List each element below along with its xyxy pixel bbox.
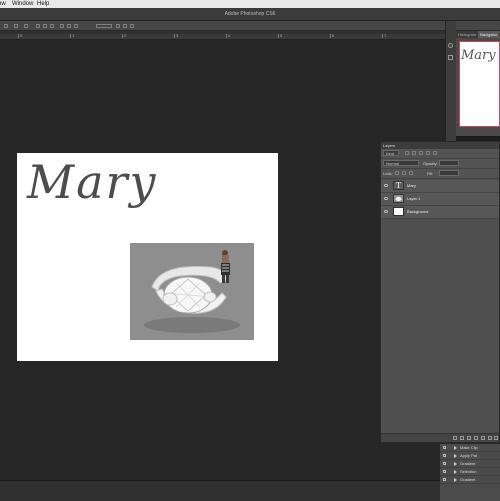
options-bar xyxy=(0,21,500,31)
lock-label: Lock: xyxy=(383,171,393,176)
expand-triangle-icon[interactable] xyxy=(454,454,457,458)
document-canvas[interactable]: Mary xyxy=(17,153,278,361)
layers-panel-title: Layers xyxy=(383,143,396,148)
auto-select-icon[interactable] xyxy=(24,24,28,28)
move-icon[interactable] xyxy=(14,24,18,28)
lock-position-icon[interactable] xyxy=(402,171,406,175)
distribute-icon[interactable] xyxy=(67,24,71,28)
action-item[interactable]: Gradient xyxy=(440,476,500,484)
layer-style-icon[interactable] xyxy=(460,436,464,440)
toggle-item-icon[interactable] xyxy=(443,462,446,465)
layer-thumbnail xyxy=(393,194,404,203)
distribute-icon[interactable] xyxy=(60,24,64,28)
new-layer-icon[interactable] xyxy=(488,436,492,440)
layer-mask-icon[interactable] xyxy=(467,436,471,440)
fill-field[interactable] xyxy=(439,170,459,176)
expand-triangle-icon[interactable] xyxy=(454,446,457,450)
expand-triangle-icon[interactable] xyxy=(454,470,457,474)
layers-panel-footer xyxy=(381,433,499,442)
layer-filter-select[interactable]: Kind xyxy=(383,150,399,156)
expand-triangle-icon[interactable] xyxy=(454,478,457,482)
actions-panel: Make Clip Apply Pat Gradient Selection G… xyxy=(440,443,500,501)
menu-bar: ow Window Help xyxy=(0,0,500,8)
layer-name[interactable]: Layer 1 xyxy=(407,193,420,205)
opacity-label: Opacity: xyxy=(423,161,438,166)
action-item[interactable]: Selection xyxy=(440,468,500,476)
window-title: Adobe Photoshop CS6 xyxy=(224,11,276,17)
3d-roll-icon[interactable] xyxy=(123,24,127,28)
tab-navigator[interactable]: Navigator xyxy=(478,31,500,38)
text-layer-mary[interactable]: Mary xyxy=(27,155,158,209)
status-bar xyxy=(0,480,445,501)
toggle-item-icon[interactable] xyxy=(443,454,446,457)
layer-row[interactable]: Background xyxy=(381,206,499,219)
visibility-eye-icon[interactable] xyxy=(384,184,388,187)
toggle-item-icon[interactable] xyxy=(443,478,446,481)
3d-rotate-icon[interactable] xyxy=(116,24,120,28)
align-icon[interactable] xyxy=(50,24,54,28)
blend-mode-select[interactable]: Normal xyxy=(383,160,419,166)
adjustment-filter-icon[interactable] xyxy=(412,151,416,155)
layer-row[interactable]: Layer 1 xyxy=(381,193,499,206)
menu-item-window[interactable]: Window xyxy=(12,0,33,8)
app-title-bar: Adobe Photoshop CS6 xyxy=(0,8,500,21)
horizontal-ruler: 0 1 2 3 4 5 6 7 xyxy=(0,33,445,39)
trash-icon[interactable] xyxy=(494,436,498,440)
link-layers-icon[interactable] xyxy=(453,436,457,440)
3d-mode-icon[interactable] xyxy=(96,24,112,28)
layers-panel: Layers Kind Normal Opacity: Lock: Fill: … xyxy=(380,141,500,443)
ring-photo[interactable] xyxy=(130,243,254,340)
layers-panel-header[interactable]: Layers xyxy=(381,142,499,149)
toggle-item-icon[interactable] xyxy=(443,470,446,473)
tab-histogram[interactable]: Histogram xyxy=(456,31,479,38)
align-icon[interactable] xyxy=(43,24,47,28)
toggle-item-icon[interactable] xyxy=(443,446,446,449)
action-item[interactable]: Make Clip xyxy=(440,444,500,452)
text-layer-icon: T xyxy=(393,181,404,190)
navigator-preview[interactable]: Mary xyxy=(459,41,500,127)
align-icon[interactable] xyxy=(36,24,40,28)
blend-row: Normal Opacity: xyxy=(381,159,499,169)
type-filter-icon[interactable] xyxy=(419,151,423,155)
opacity-field[interactable] xyxy=(439,160,459,166)
lock-all-icon[interactable] xyxy=(409,171,413,175)
navigator-preview-text: Mary xyxy=(461,48,496,63)
shape-filter-icon[interactable] xyxy=(426,151,430,155)
visibility-eye-icon[interactable] xyxy=(384,197,388,200)
lock-row: Lock: Fill: xyxy=(381,169,499,179)
3d-pan-icon[interactable] xyxy=(130,24,134,28)
tool-preset-icon[interactable] xyxy=(4,24,8,28)
layer-name[interactable]: Background xyxy=(407,206,428,218)
distribute-icon[interactable] xyxy=(74,24,78,28)
menu-item-help[interactable]: Help xyxy=(37,0,49,8)
dock-button-icon[interactable] xyxy=(448,43,453,48)
fill-label: Fill: xyxy=(427,171,434,176)
visibility-eye-icon[interactable] xyxy=(384,210,388,213)
layer-row[interactable]: T Mary xyxy=(381,180,499,193)
dock-button-icon[interactable] xyxy=(448,55,453,60)
action-item[interactable]: Apply Pat xyxy=(440,452,500,460)
menu-item-window-partial[interactable]: ow xyxy=(0,0,6,8)
pixel-filter-icon[interactable] xyxy=(405,151,409,155)
expand-triangle-icon[interactable] xyxy=(454,462,457,466)
smart-object-filter-icon[interactable] xyxy=(433,151,437,155)
adjustment-layer-icon[interactable] xyxy=(474,436,478,440)
lock-pixels-icon[interactable] xyxy=(395,171,399,175)
ring-image xyxy=(130,243,254,340)
navigator-panel: Histogram Navigator Mary xyxy=(456,31,500,136)
new-group-icon[interactable] xyxy=(481,436,485,440)
layer-filter-row: Kind xyxy=(381,149,499,159)
layer-thumbnail xyxy=(393,207,404,216)
action-item[interactable]: Gradient xyxy=(440,460,500,468)
layer-name[interactable]: Mary xyxy=(407,180,416,192)
